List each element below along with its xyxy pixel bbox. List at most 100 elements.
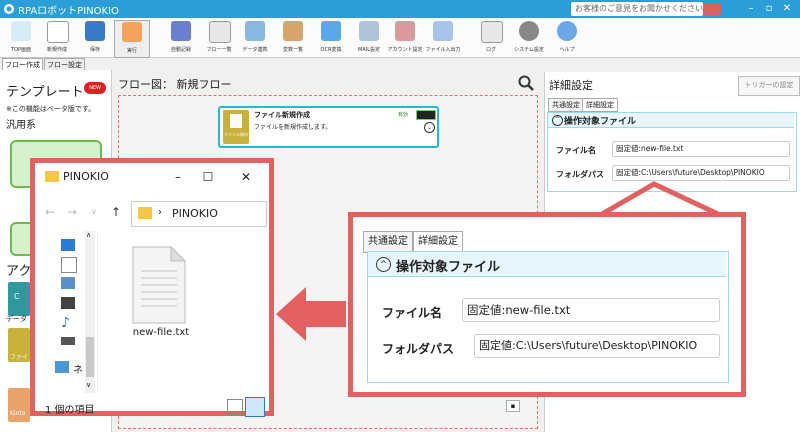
- document-icon[interactable]: [61, 257, 77, 273]
- minimize-icon[interactable]: –: [167, 167, 189, 187]
- network-icon[interactable]: [55, 361, 69, 373]
- file-name-input[interactable]: 固定値:new-file.txt: [612, 141, 790, 157]
- flow-title: フロー図： 新規フロー: [118, 78, 232, 91]
- zoom-folder-path-field: 固定値:C:\Users\future\Desktop\PINOKIO: [474, 334, 720, 358]
- account-icon: [395, 21, 415, 41]
- mail-icon: [359, 21, 379, 41]
- list-icon: [209, 21, 231, 43]
- maximize-icon[interactable]: ☐: [197, 167, 219, 187]
- top-screen-button[interactable]: TOP画面: [4, 20, 38, 56]
- folder-path-input[interactable]: 固定値:C:\Users\future\Desktop\PINOKIO: [612, 165, 790, 181]
- general-category: 汎用系: [6, 120, 36, 131]
- file-io-button[interactable]: ファイル入出力: [425, 20, 461, 56]
- left-tabs: フロー作成 フロー設定: [0, 58, 112, 72]
- scroll-thumb[interactable]: [86, 337, 94, 377]
- run-button[interactable]: 実行: [114, 20, 150, 58]
- video-icon[interactable]: [61, 297, 75, 309]
- text-file-icon[interactable]: [129, 245, 189, 325]
- navigation-pane: ♪ ネ ∧ ∨: [35, 231, 98, 393]
- close-icon[interactable]: ✕: [778, 1, 796, 17]
- zoom-tab-detail: 詳細設定: [413, 231, 463, 252]
- save-icon: [85, 21, 105, 41]
- picture-icon[interactable]: [61, 277, 75, 289]
- zoomed-detail-callout: 共通設定 詳細設定 ^ 操作対象ファイル ファイル名 固定値:new-file.…: [348, 212, 746, 397]
- maximize-icon[interactable]: ▫: [760, 1, 778, 17]
- left-arrow-icon: [276, 287, 346, 341]
- activity-icon[interactable]: C: [8, 282, 30, 316]
- address-bar[interactable]: › PINOKIO: [131, 201, 267, 227]
- back-icon[interactable]: ←: [45, 205, 55, 219]
- file-activity-icon[interactable]: ファイ: [8, 328, 30, 362]
- zoom-section-title: 操作対象ファイル: [396, 260, 501, 275]
- data-category: データ: [6, 315, 27, 323]
- flow-header: フロー図： 新規フロー: [112, 72, 544, 94]
- zoom-file-name-label: ファイル名: [382, 306, 443, 320]
- file-io-icon: [433, 21, 453, 41]
- chevron-down-icon[interactable]: ⌄: [424, 122, 435, 133]
- up-icon[interactable]: ↑: [111, 205, 121, 219]
- node-description: ファイルを新規作成します。: [254, 124, 332, 131]
- desktop-icon[interactable]: [61, 239, 75, 251]
- collapse-icon: ^: [376, 257, 391, 272]
- gear-icon: [519, 21, 539, 41]
- search-icon[interactable]: [518, 75, 534, 91]
- explorer-window: PINOKIO – ☐ ✕ ← → ∨ ↑ › PINOKIO ♪ ネ ∧ ∨: [30, 158, 274, 417]
- save-button[interactable]: 保存: [78, 20, 112, 56]
- section-title: 操作対象ファイル: [564, 117, 637, 127]
- tab-detail-settings[interactable]: 詳細設定: [582, 98, 618, 112]
- file-name-label[interactable]: new-file.txt: [111, 327, 211, 338]
- log-button[interactable]: ログ: [474, 20, 508, 56]
- trigger-settings-button[interactable]: トリガーの設定: [738, 76, 800, 96]
- data-link-button[interactable]: データ連携: [238, 20, 272, 56]
- zoom-target-file-section: ^ 操作対象ファイル ファイル名 固定値:new-file.txt フォルダパス…: [367, 251, 729, 383]
- template-title: テンプレート: [6, 85, 84, 100]
- address-text: PINOKIO: [172, 207, 218, 220]
- explorer-title: PINOKIO: [63, 170, 109, 183]
- system-settings-button[interactable]: システム設定: [512, 20, 546, 56]
- robot-icon: [11, 21, 31, 41]
- scrollbar[interactable]: ∧ ∨: [85, 231, 95, 393]
- feedback-link[interactable]: お客様のご意見をお聞かせください: [571, 2, 703, 16]
- enabled-toggle[interactable]: [416, 110, 436, 120]
- variables-button[interactable]: 変数一覧: [276, 20, 310, 56]
- new-button[interactable]: 新規作成: [40, 20, 74, 56]
- thumbs-down-icon[interactable]: [703, 3, 721, 15]
- close-icon[interactable]: ✕: [235, 167, 257, 187]
- ocr-icon: [321, 21, 341, 41]
- forward-icon[interactable]: →: [67, 205, 77, 219]
- node-title: ファイル新規作成: [254, 111, 310, 119]
- chevron-right-icon: ›: [158, 207, 162, 218]
- new-file-icon: [47, 21, 69, 43]
- collapse-icon[interactable]: ^: [552, 115, 563, 126]
- auto-record-button[interactable]: 自動記録: [164, 20, 198, 56]
- large-icons-view-icon[interactable]: [245, 397, 265, 417]
- canvas-menu-button[interactable]: ▪: [506, 400, 520, 412]
- zoom-file-name-field: 固定値:new-file.txt: [462, 298, 720, 322]
- details-view-icon[interactable]: [227, 399, 243, 415]
- drive-icon[interactable]: [61, 337, 75, 345]
- mail-settings-button[interactable]: MAIL設定: [352, 20, 386, 56]
- enabled-label: 有効: [398, 112, 409, 118]
- folder-icon: [138, 207, 152, 219]
- play-icon: [122, 22, 142, 42]
- kintone-icon[interactable]: Kinto: [8, 388, 30, 422]
- beta-note: ※この機能はベータ版です。: [6, 105, 96, 113]
- help-button[interactable]: ヘルプ: [550, 20, 584, 56]
- data-icon: [245, 21, 265, 41]
- window-title: RPAロボットPINOKIO: [18, 6, 119, 17]
- tab-common-settings[interactable]: 共通設定: [548, 98, 584, 112]
- network-label: ネ: [73, 365, 83, 376]
- music-icon[interactable]: ♪: [61, 316, 75, 330]
- minimize-icon[interactable]: –: [742, 1, 760, 17]
- flow-list-button[interactable]: フロー一覧: [202, 20, 236, 56]
- box-icon: [283, 21, 303, 41]
- ocr-button[interactable]: OCR変換: [314, 20, 348, 56]
- flow-node[interactable]: ファイル操作 ファイル新規作成 ファイルを新規作成します。 有効 ⌄: [218, 106, 439, 148]
- help-icon: [557, 21, 577, 41]
- zoom-folder-path-label: フォルダパス: [382, 342, 455, 356]
- callout-pointer: [600, 181, 720, 216]
- account-settings-button[interactable]: アカウント設定: [387, 20, 423, 56]
- scroll-up-icon[interactable]: ∧: [86, 231, 91, 239]
- chevron-down-icon[interactable]: ∨: [91, 207, 97, 216]
- scroll-down-icon[interactable]: ∨: [86, 381, 91, 389]
